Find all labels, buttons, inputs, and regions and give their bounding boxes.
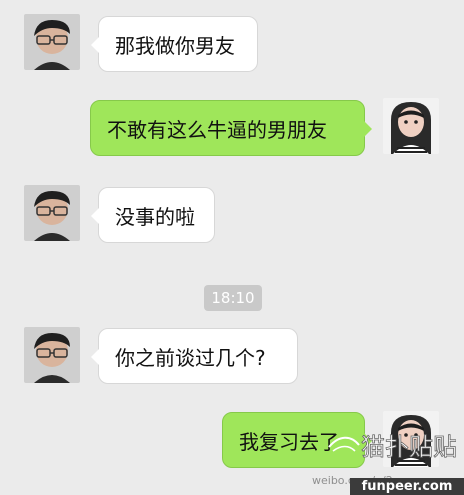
message-text: 不敢有这么牛逼的男朋友 [107,117,327,142]
chat-area: 那我做你男友 不敢有这么牛逼的男朋友 没事的啦 18:10 你之前谈过几个? 我… [0,0,464,495]
avatar[interactable] [24,327,80,383]
timestamp-badge: 18:10 [204,285,262,311]
message-text: 那我做你男友 [115,33,235,58]
message-bubble[interactable]: 你之前谈过几个? [91,328,298,384]
message-bubble[interactable]: 没事的啦 [91,187,215,243]
site-badge: funpeer.com [350,478,464,495]
avatar[interactable] [383,98,439,154]
message-text: 你之前谈过几个? [115,345,266,370]
message-bubble[interactable]: 不敢有这么牛逼的男朋友 [90,100,372,156]
watermark-title: 猫扑贴贴 [361,433,456,461]
message-text: 没事的啦 [115,204,195,229]
avatar[interactable] [24,14,80,70]
message-bubble[interactable]: 那我做你男友 [91,16,258,72]
watermark: 猫扑贴贴 [321,427,457,469]
avatar[interactable] [24,185,80,241]
